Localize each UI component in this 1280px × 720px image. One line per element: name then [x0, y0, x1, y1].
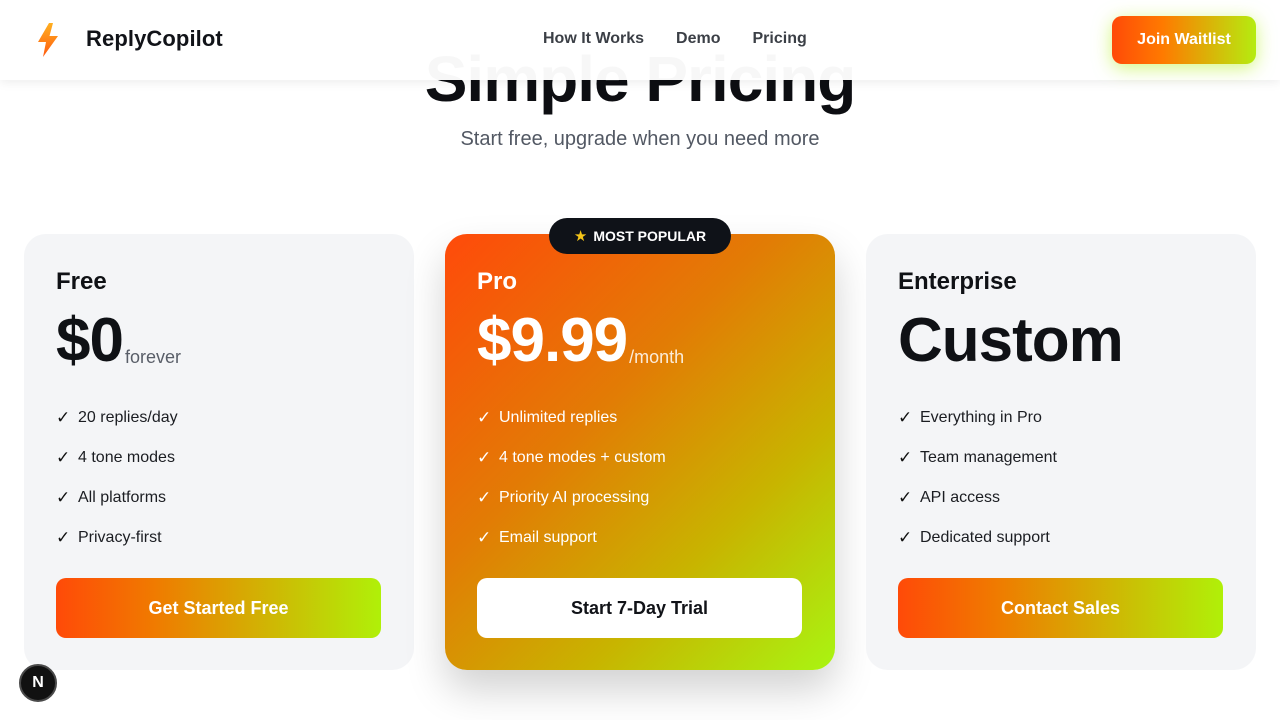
check-icon: ✓	[56, 528, 71, 547]
check-icon: ✓	[898, 408, 913, 427]
join-waitlist-button[interactable]: Join Waitlist	[1112, 16, 1256, 64]
price-suffix: /month	[629, 347, 685, 367]
nav-how-it-works[interactable]: How It Works	[543, 30, 644, 48]
check-icon: ✓	[56, 408, 71, 427]
plan-name: Pro	[477, 268, 518, 295]
feature-list: ✓ Unlimited replies ✓ 4 tone modes + custo…	[477, 398, 666, 558]
check-icon: ✓	[477, 448, 492, 467]
main-nav: How It Works Demo Pricing	[543, 30, 807, 48]
feature-item: ✓ Everything in Pro	[898, 408, 1042, 427]
start-trial-button[interactable]: Start 7-Day Trial	[477, 578, 802, 638]
logo[interactable]	[34, 22, 62, 58]
feature-list: ✓ 20 replies/day ✓ 4 tone modes ✓ All platf…	[56, 398, 178, 558]
feature-item: ✓ 4 tone modes + custom	[477, 448, 666, 467]
lightning-bolt-icon	[38, 23, 58, 57]
plan-price: $0	[56, 306, 124, 375]
feature-item: ✓ API access	[898, 488, 1001, 507]
feature-item: ✓ Privacy-first	[56, 528, 162, 547]
plan-card-free: Free $0 forever ✓ 20 replies/day ✓ 4 tone …	[24, 234, 414, 670]
nav-demo[interactable]: Demo	[676, 30, 720, 48]
most-popular-badge: ★ MOST POPULAR	[549, 218, 731, 254]
nav-pricing[interactable]: Pricing	[753, 30, 807, 48]
plan-card-pro: Pro $9.99 /month ✓ Unlimited replies ✓ 4 t…	[445, 234, 835, 670]
star-icon: ★	[573, 228, 588, 245]
site-header: ReplyCopilot How It Works Demo Pricing J…	[0, 0, 1280, 80]
feature-item: ✓ All platforms	[56, 488, 167, 507]
section-subtitle: Start free, upgrade when you need more	[460, 128, 820, 150]
check-icon: ✓	[56, 448, 71, 467]
plan-name: Free	[56, 268, 107, 295]
feature-item: ✓ Dedicated support	[898, 528, 1050, 547]
get-started-free-button[interactable]: Get Started Free	[56, 578, 381, 638]
contact-sales-button[interactable]: Contact Sales	[898, 578, 1223, 638]
feature-list: ✓ Everything in Pro ✓ Team management ✓ API…	[898, 398, 1057, 558]
check-icon: ✓	[56, 488, 71, 507]
price-suffix: forever	[124, 347, 181, 367]
check-icon: ✓	[898, 528, 913, 547]
price-row: $9.99 /month	[477, 310, 684, 372]
dev-tools-button[interactable]: N	[19, 664, 57, 702]
feature-item: ✓ Priority AI processing	[477, 488, 650, 507]
check-icon: ✓	[898, 488, 913, 507]
check-icon: ✓	[477, 488, 492, 507]
feature-item: ✓ Team management	[898, 448, 1057, 467]
plan-price: Custom	[898, 306, 1124, 375]
badge-label: MOST POPULAR	[593, 228, 707, 244]
plan-name: Enterprise	[898, 268, 1017, 295]
feature-item: ✓ Email support	[477, 528, 597, 547]
check-icon: ✓	[477, 528, 492, 547]
plan-card-enterprise: Enterprise Custom ✓ Everything in Pro ✓ Te…	[866, 234, 1256, 670]
feature-item: ✓ 4 tone modes	[56, 448, 175, 467]
check-icon: ✓	[898, 448, 913, 467]
price-row: $0 forever	[56, 310, 181, 372]
plan-price: $9.99	[477, 306, 628, 375]
price-row: Custom	[898, 306, 1124, 375]
check-icon: ✓	[477, 408, 492, 427]
feature-item: ✓ 20 replies/day	[56, 408, 178, 427]
brand-name[interactable]: ReplyCopilot	[86, 26, 223, 52]
feature-item: ✓ Unlimited replies	[477, 408, 618, 427]
